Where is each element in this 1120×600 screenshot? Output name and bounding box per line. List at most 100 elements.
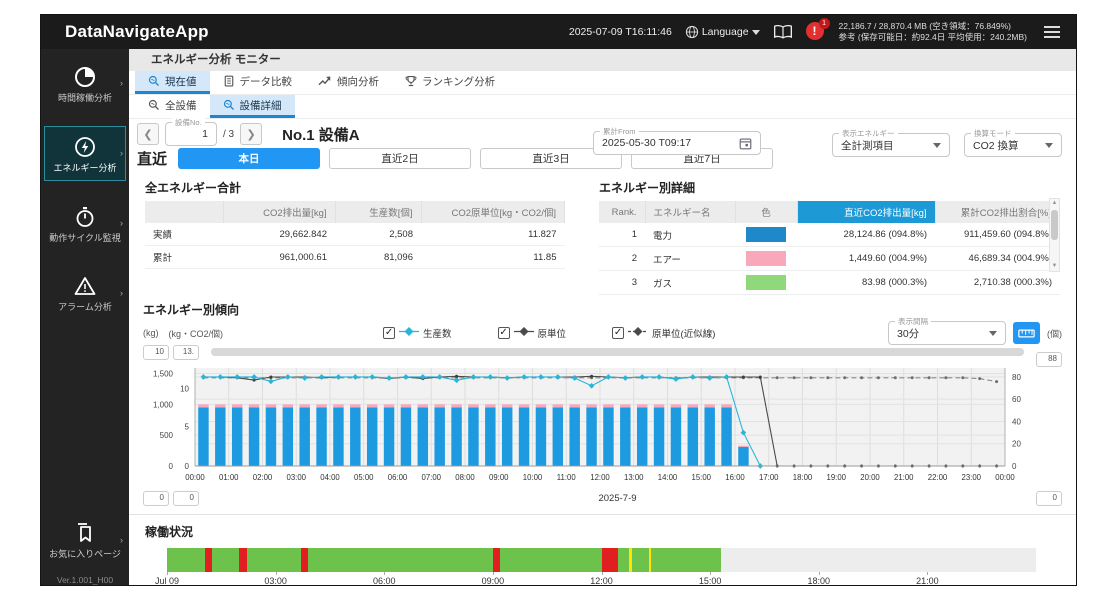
detail-scrollbar[interactable]: ▲ ▼ <box>1049 198 1060 272</box>
main-area: エネルギー分析 モニター 現在値データ比較傾向分析ランキング分析 全設備設備詳細… <box>129 49 1076 585</box>
chart-horizontal-scrollbar[interactable] <box>211 348 1024 356</box>
chevron-down-icon <box>933 143 941 148</box>
left-axis-unit-kg: (kg) <box>143 328 159 338</box>
svg-text:00:00: 00:00 <box>995 473 1015 482</box>
period-button-last-2-days[interactable]: 直近2日 <box>329 148 471 169</box>
status-segment-stop <box>602 548 618 572</box>
energy-detail-title: エネルギー別詳細 <box>599 179 1060 196</box>
energy-name-cell: ガス <box>645 271 735 295</box>
column-header: エネルギー名 <box>645 201 735 223</box>
manual-book-button[interactable] <box>773 24 793 40</box>
axis-tick <box>384 572 385 575</box>
tab-current-value[interactable]: 現在値 <box>135 71 210 94</box>
sidebar-item-cycle-monitoring[interactable]: 動作サイクル監視› <box>44 196 126 251</box>
svg-text:18:00: 18:00 <box>793 473 813 482</box>
legend-intensity[interactable]: ✓原単位 <box>498 326 567 340</box>
magnifier-icon <box>148 75 160 87</box>
scroll-up-icon[interactable]: ▲ <box>1052 199 1058 208</box>
axis-tick <box>927 572 928 575</box>
tab-trend-analysis[interactable]: 傾向分析 <box>305 71 392 94</box>
legend-label: 原単位(近似線) <box>652 326 715 340</box>
scroll-down-icon[interactable]: ▼ <box>1052 262 1058 271</box>
energy-trend-chart: 05001,0001,500051002040608000:0001:0002:… <box>143 362 1062 495</box>
sidebar-item-label: アラーム分析 <box>47 302 123 313</box>
chevron-right-icon: › <box>120 218 123 228</box>
sidebar-item-favorites[interactable]: お気に入りページ› <box>44 512 126 567</box>
total-energy-title: 全エネルギー合計 <box>145 179 565 196</box>
axis-max-count-input[interactable]: 88 <box>1036 352 1062 367</box>
sidebar-item-time-operation-analysis[interactable]: 時間稼働分析› <box>44 56 126 111</box>
tab-label: 全設備 <box>165 98 197 113</box>
svg-text:13:00: 13:00 <box>624 473 644 482</box>
equipment-number-field[interactable]: 設備No. 1 <box>165 122 217 146</box>
conversion-mode-select[interactable]: 換算モード CO2 換算 <box>964 133 1062 157</box>
hamburger-menu-icon[interactable] <box>1040 22 1064 42</box>
tab-data-comparison[interactable]: データ比較 <box>210 71 306 94</box>
rank-cell: 2 <box>599 247 645 271</box>
table-row: 実績29,662.8422,50811.827 <box>145 223 565 246</box>
cell-value: 29,662.842 <box>223 223 335 246</box>
storage-status: 22,186.7 / 28,870.4 MB (空き領域：76.849%) 参考… <box>839 21 1027 43</box>
column-header: 生産数[個] <box>335 201 421 223</box>
svg-text:09:00: 09:00 <box>489 473 509 482</box>
column-header-selected[interactable]: 直近CO2排出量[kg] <box>797 201 935 223</box>
column-header: CO2原単位[kg・CO2/個] <box>421 201 565 223</box>
display-interval-select[interactable]: 表示間隔 30分 <box>888 321 1006 345</box>
app-window: DataNavigateApp 2025-07-09 T16:11:46 Lan… <box>40 14 1077 586</box>
scale-settings-button[interactable] <box>1013 322 1040 344</box>
energy-detail-table: Rank.エネルギー名色直近CO2排出量[kg]累計CO2排出割合[%] <box>599 201 1060 223</box>
svg-text:0: 0 <box>185 462 190 471</box>
sidebar-item-alarm-analysis[interactable]: アラーム分析 › <box>44 265 126 320</box>
app-logo: DataNavigateApp <box>65 22 209 42</box>
tab-all-equipment[interactable]: 全設備 <box>135 95 210 118</box>
axis-max-intensity-input[interactable]: 13. <box>173 345 199 360</box>
color-cell <box>735 271 797 295</box>
svg-text:12:00: 12:00 <box>590 473 610 482</box>
timeline-axis-label: 12:00 <box>590 576 613 586</box>
tab-equipment-detail[interactable]: 設備詳細 <box>210 95 295 118</box>
sidebar-item-energy-analysis[interactable]: エネルギー分析› <box>44 126 126 181</box>
scroll-thumb[interactable] <box>211 348 1024 356</box>
energy-name-cell: エアー <box>645 247 735 271</box>
scroll-thumb[interactable] <box>1051 210 1058 240</box>
period-button-today[interactable]: 本日 <box>178 148 320 169</box>
axis-max-kg-input[interactable]: 10 <box>143 345 169 360</box>
checkbox-icon[interactable]: ✓ <box>498 327 510 339</box>
operation-status-timeline <box>167 548 1036 572</box>
color-cell <box>735 223 797 247</box>
cumulative-from-field[interactable]: 累計From 2025-05-30 T09:17 <box>593 131 761 155</box>
status-segment-stop <box>493 548 500 572</box>
svg-text:07:00: 07:00 <box>421 473 441 482</box>
legend-production[interactable]: ✓生産数 <box>383 326 452 340</box>
sidebar: 時間稼働分析› エネルギー分析› 動作サイクル監視› アラーム分析 › お気に入りページ›… <box>41 49 129 585</box>
svg-text:22:00: 22:00 <box>928 473 948 482</box>
alert-button[interactable]: ! 1 <box>806 22 826 42</box>
chevron-right-icon: › <box>120 288 123 298</box>
datetime-label: 2025-07-09 T16:11:46 <box>569 26 672 38</box>
cell-value: 961,000.61 <box>223 246 335 269</box>
display-energy-select[interactable]: 表示エネルギー 全計測項目 <box>832 133 950 157</box>
total-energy-table: CO2排出量[kg]生産数[個]CO2原単位[kg・CO2/個] 実績29,66… <box>145 201 565 269</box>
next-equipment-button[interactable]: ❯ <box>240 123 262 145</box>
tab-ranking-analysis[interactable]: ランキング分析 <box>392 71 508 94</box>
storage-reference: 参考 (保存可能日：約92.4日 平均使用：240.2MB) <box>839 32 1027 43</box>
checkbox-icon[interactable]: ✓ <box>383 327 395 339</box>
svg-text:04:00: 04:00 <box>320 473 340 482</box>
page-title: エネルギー分析 モニター <box>129 49 1076 71</box>
axis-min-intensity-input[interactable]: 0 <box>173 491 199 506</box>
ruler-icon <box>1018 328 1035 339</box>
language-menu[interactable]: Language <box>685 25 760 39</box>
axis-min-kg-input[interactable]: 0 <box>143 491 169 506</box>
timeline-axis-label: 21:00 <box>916 576 939 586</box>
column-header: 色 <box>735 201 797 223</box>
axis-min-count-input[interactable]: 0 <box>1036 491 1062 506</box>
legend-intensity-trend[interactable]: ✓ 原単位(近似線) <box>612 326 715 340</box>
bookmark-icon <box>47 521 123 547</box>
svg-text:23:00: 23:00 <box>961 473 981 482</box>
checkbox-icon[interactable]: ✓ <box>612 327 624 339</box>
prev-equipment-button[interactable]: ❮ <box>137 123 159 145</box>
axis-tick <box>276 572 277 575</box>
calendar-icon[interactable] <box>739 137 752 150</box>
table-row: 2エアー1,449.60 (004.9%)46,689.34 (004.9%) <box>599 247 1060 271</box>
globe-icon <box>685 25 699 39</box>
